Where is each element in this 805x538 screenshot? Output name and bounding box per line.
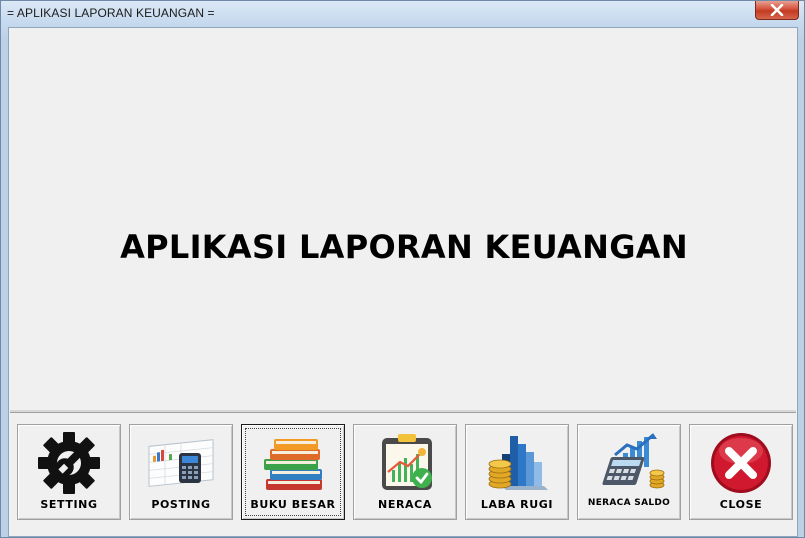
chart-clipboard-icon — [367, 431, 443, 495]
close-icon — [703, 431, 779, 495]
calculator-sheet-icon — [143, 431, 219, 495]
laba-rugi-button[interactable]: LABA RUGI — [465, 424, 569, 520]
calculator-coins-icon — [591, 431, 667, 495]
main-panel: APLIKASI LAPORAN KEUANGAN SETTING POSTIN… — [8, 27, 798, 537]
books-icon — [255, 431, 331, 495]
gear-wrench-icon — [31, 431, 107, 495]
window-title: = APLIKASI LAPORAN KEUANGAN = — [7, 6, 215, 20]
neraca-button[interactable]: NERACA — [353, 424, 457, 520]
close-label: CLOSE — [719, 498, 763, 511]
setting-label: SETTING — [40, 498, 98, 511]
neraca-label: NERACA — [378, 498, 432, 511]
title-bar[interactable]: = APLIKASI LAPORAN KEUANGAN = — [1, 1, 804, 25]
close-icon — [770, 4, 784, 16]
buku-besar-button[interactable]: BUKU BESAR — [241, 424, 345, 520]
posting-button[interactable]: POSTING — [129, 424, 233, 520]
posting-label: POSTING — [151, 498, 211, 511]
buku-besar-label: BUKU BESAR — [250, 498, 336, 511]
bar-chart-coins-icon — [479, 431, 555, 495]
close-button[interactable]: CLOSE — [689, 424, 793, 520]
setting-button[interactable]: SETTING — [17, 424, 121, 520]
bottom-toolbar: SETTING POSTING BUKU BESAR NERACA LABA R… — [10, 410, 796, 536]
app-window: = APLIKASI LAPORAN KEUANGAN = APLIKASI L… — [0, 0, 805, 538]
window-close-button[interactable] — [755, 1, 799, 20]
neraca-saldo-button[interactable]: NERACA SALDO — [577, 424, 681, 520]
page-title: APLIKASI LAPORAN KEUANGAN — [120, 228, 688, 266]
laba-rugi-label: LABA RUGI — [480, 498, 554, 511]
neraca-saldo-label: NERACA SALDO — [587, 498, 671, 508]
